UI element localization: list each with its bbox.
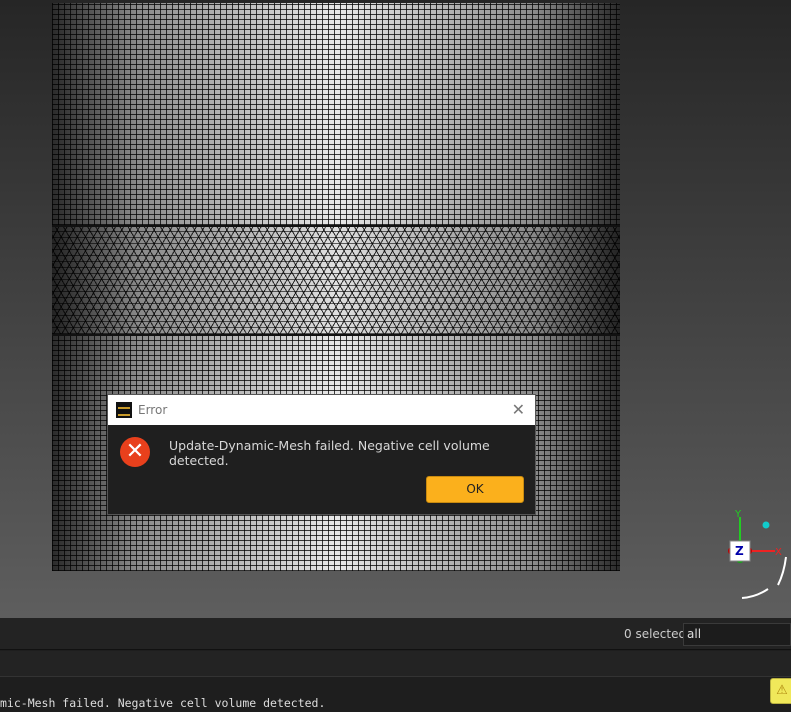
x-axis-label: X [775, 547, 782, 558]
close-button[interactable]: ✕ [512, 400, 525, 419]
light-dot-icon [762, 521, 770, 529]
warning-icon[interactable]: ⚠ [770, 678, 791, 704]
mesh-structured-top [52, 3, 620, 225]
mesh-triangular-band [52, 225, 620, 336]
ok-button[interactable]: OK [426, 476, 524, 503]
console-toolbar [0, 651, 791, 677]
graphics-viewport[interactable]: Y X Z Error ✕ ✕ Update-Dynamic-Mesh fail… [0, 0, 791, 618]
rotate-arrow-icon[interactable] [777, 556, 787, 586]
console-panel[interactable]: mic-Mesh failed. Negative cell volume de… [0, 677, 791, 712]
console-line: mic-Mesh failed. Negative cell volume de… [0, 696, 326, 710]
app-logo-icon [116, 402, 132, 418]
rotate-arrow-icon[interactable] [741, 588, 769, 599]
selection-filter-input[interactable]: all [683, 623, 791, 646]
error-message: Update-Dynamic-Mesh failed. Negative cel… [169, 438, 490, 468]
dialog-title: Error [138, 403, 168, 417]
error-icon: ✕ [120, 437, 150, 467]
selected-count: 0 selected [624, 627, 687, 641]
y-axis-label: Y [734, 509, 742, 520]
dialog-titlebar[interactable]: Error ✕ [108, 395, 535, 425]
axis-triad[interactable]: Y X Z [720, 505, 791, 605]
error-dialog: Error ✕ ✕ Update-Dynamic-Mesh failed. Ne… [107, 394, 536, 515]
selection-bar: 0 selected all [0, 618, 791, 650]
z-axis-label: Z [735, 544, 744, 558]
